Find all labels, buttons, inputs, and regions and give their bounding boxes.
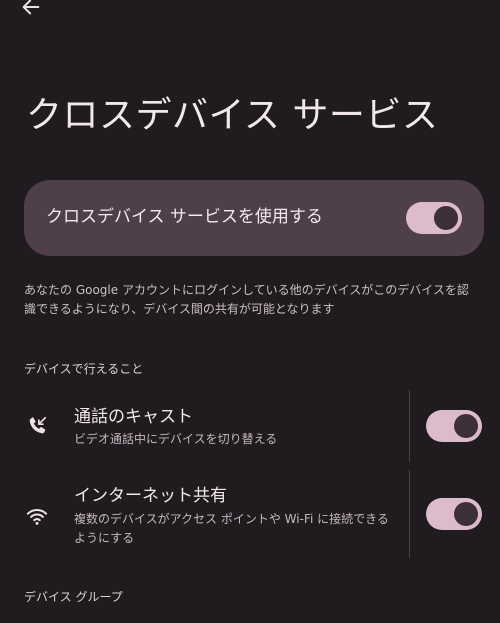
switch-thumb bbox=[454, 414, 478, 438]
description-text: あなたの Google アカウントにログインしている他のデバイスがこのデバイスを… bbox=[24, 283, 469, 316]
switch-thumb bbox=[434, 206, 458, 230]
call-cast-subtitle: ビデオ通話中にデバイスを切り替える bbox=[74, 432, 278, 446]
master-toggle-switch[interactable] bbox=[406, 202, 462, 234]
wifi-icon bbox=[26, 509, 48, 525]
phone-forwarded-icon bbox=[29, 416, 47, 434]
internet-sharing-title: インターネット共有 bbox=[74, 486, 227, 506]
divider bbox=[409, 470, 410, 558]
call-cast-switch[interactable] bbox=[426, 410, 482, 442]
section-header-device-group: デバイス グループ bbox=[24, 590, 123, 604]
switch-thumb bbox=[454, 502, 478, 526]
back-arrow-icon[interactable] bbox=[20, 0, 42, 18]
section-header-capabilities: デバイスで行えること bbox=[24, 362, 144, 376]
internet-sharing-switch[interactable] bbox=[426, 498, 482, 530]
master-toggle-card[interactable]: クロスデバイス サービスを使用する bbox=[24, 180, 484, 256]
internet-sharing-subtitle: 複数のデバイスがアクセス ポイントや Wi-Fi に接続できるようにする bbox=[74, 512, 389, 545]
page-title: クロスデバイス サービス bbox=[26, 95, 439, 136]
call-cast-title: 通話のキャスト bbox=[74, 407, 193, 427]
divider bbox=[409, 390, 410, 462]
master-toggle-label: クロスデバイス サービスを使用する bbox=[46, 207, 323, 227]
